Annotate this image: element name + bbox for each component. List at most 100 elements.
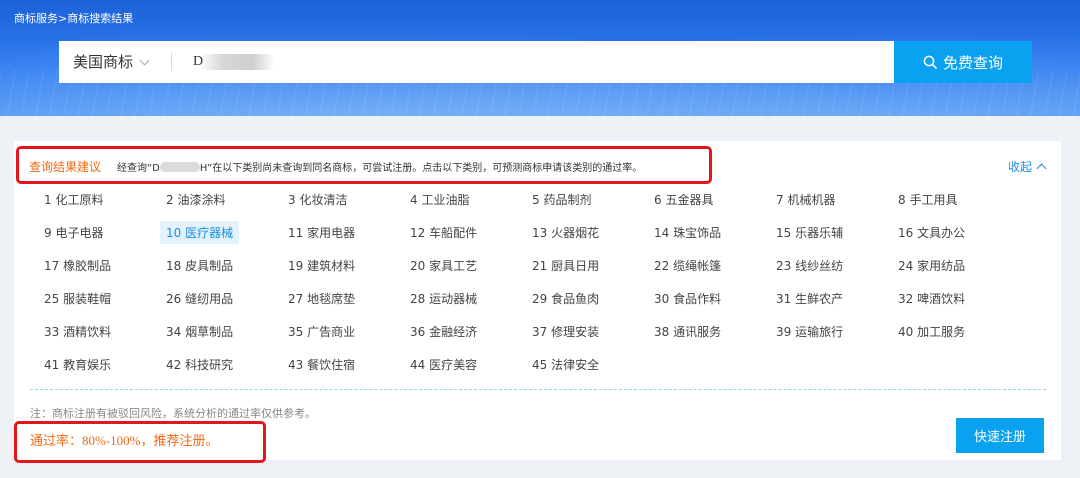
category-item[interactable]: 44 医疗美容 [398, 348, 520, 381]
category-label: 39 运输旅行 [776, 325, 844, 339]
category-label: 41 教育娱乐 [44, 358, 112, 372]
category-label: 17 橡胶制品 [44, 259, 112, 273]
result-panel: 查询结果建议 经查询“D H”在以下类别尚未查询到同名商标，可尝试注册。点击以下类… [14, 141, 1061, 460]
quick-register-button[interactable]: 快速注册 [956, 418, 1044, 453]
search-type-select[interactable]: 美国商标 [73, 41, 150, 83]
category-item[interactable]: 19 建筑材料 [276, 249, 398, 282]
chevron-down-icon [139, 55, 150, 66]
category-label: 6 五金器具 [654, 193, 714, 207]
category-label: 32 啤酒饮料 [898, 292, 966, 306]
category-item[interactable]: 15 乐器乐辅 [764, 216, 886, 249]
category-label: 12 车船配件 [410, 226, 478, 240]
category-item[interactable]: 3 化妆清洁 [276, 183, 398, 216]
category-item[interactable]: 31 生鲜农产 [764, 282, 886, 315]
category-item[interactable]: 33 酒精饮料 [32, 315, 154, 348]
category-item[interactable]: 7 机械机器 [764, 183, 886, 216]
category-label: 13 火器烟花 [532, 226, 600, 240]
category-label: 2 油漆涂料 [166, 193, 226, 207]
category-label: 28 运动器械 [410, 292, 478, 306]
category-item[interactable]: 28 运动器械 [398, 282, 520, 315]
category-item[interactable]: 25 服装鞋帽 [32, 282, 154, 315]
category-item[interactable]: 43 餐饮住宿 [276, 348, 398, 381]
category-label: 20 家具工艺 [410, 259, 478, 273]
search-divider [171, 53, 172, 71]
breadcrumb: 商标服务>商标搜索结果 [14, 12, 134, 25]
category-item[interactable]: 16 文具办公 [886, 216, 1008, 249]
category-label: 15 乐器乐辅 [776, 226, 844, 240]
category-item[interactable]: 2 油漆涂料 [154, 183, 276, 216]
category-item[interactable]: 41 教育娱乐 [32, 348, 154, 381]
category-label: 45 法律安全 [532, 358, 600, 372]
category-item[interactable]: 38 通讯服务 [642, 315, 764, 348]
category-label: 24 家用纺品 [898, 259, 966, 273]
category-item[interactable]: 13 火器烟花 [520, 216, 642, 249]
category-item[interactable]: 30 食品作料 [642, 282, 764, 315]
collapse-label: 收起 [1007, 160, 1032, 174]
category-item[interactable]: 4 工业油脂 [398, 183, 520, 216]
category-label: 36 金融经济 [410, 325, 478, 339]
suggestion-text-after: H”在以下类别尚未查询到同名商标，可尝试注册。点击以下类别，可预测商标申请该类别… [199, 163, 643, 174]
category-item[interactable]: 21 厨具日用 [520, 249, 642, 282]
category-item[interactable]: 8 手工用具 [886, 183, 1008, 216]
category-label: 44 医疗美容 [410, 358, 478, 372]
category-item[interactable]: 35 广告商业 [276, 315, 398, 348]
chevron-up-icon [1036, 163, 1047, 174]
category-item[interactable]: 6 五金器具 [642, 183, 764, 216]
category-item[interactable]: 45 法律安全 [520, 348, 642, 381]
category-item[interactable]: 17 橡胶制品 [32, 249, 154, 282]
category-item[interactable]: 1 化工原料 [32, 183, 154, 216]
redacted-mask [199, 54, 275, 70]
category-label: 5 药品制剂 [532, 193, 592, 207]
category-label: 26 缝纫用品 [166, 292, 234, 306]
category-label: 25 服装鞋帽 [44, 292, 112, 306]
search-box: 美国商标 [59, 41, 894, 83]
suggestion-text: 经查询“D H”在以下类别尚未查询到同名商标，可尝试注册。点击以下类别，可预测商标… [117, 159, 642, 174]
category-label: 4 工业油脂 [410, 193, 470, 207]
category-item[interactable]: 26 缝纫用品 [154, 282, 276, 315]
category-item[interactable]: 42 科技研究 [154, 348, 276, 381]
category-item[interactable]: 37 修理安装 [520, 315, 642, 348]
category-label: 22 缆绳帐篷 [654, 259, 722, 273]
category-label: 3 化妆清洁 [288, 193, 348, 207]
category-item[interactable]: 5 药品制剂 [520, 183, 642, 216]
category-label: 1 化工原料 [44, 193, 104, 207]
category-item[interactable]: 22 缆绳帐篷 [642, 249, 764, 282]
category-label: 43 餐饮住宿 [288, 358, 356, 372]
pass-rate-text: 通过率：80%-100%，推荐注册。 [30, 433, 219, 448]
category-label: 18 皮具制品 [166, 259, 234, 273]
category-item[interactable]: 10 医疗器械 [154, 216, 276, 249]
category-label: 34 烟草制品 [166, 325, 234, 339]
category-item[interactable]: 27 地毯席垫 [276, 282, 398, 315]
category-label: 8 手工用具 [898, 193, 958, 207]
search-icon [923, 55, 937, 69]
category-label: 16 文具办公 [898, 226, 966, 240]
category-item[interactable]: 18 皮具制品 [154, 249, 276, 282]
free-search-button[interactable]: 免费查询 [894, 41, 1032, 83]
category-item[interactable]: 32 啤酒饮料 [886, 282, 1008, 315]
category-label: 9 电子电器 [44, 226, 104, 240]
category-label: 7 机械机器 [776, 193, 836, 207]
category-item[interactable]: 40 加工服务 [886, 315, 1008, 348]
category-item[interactable]: 24 家用纺品 [886, 249, 1008, 282]
category-item[interactable]: 9 电子电器 [32, 216, 154, 249]
category-item[interactable]: 20 家具工艺 [398, 249, 520, 282]
category-label: 14 珠宝饰品 [654, 226, 722, 240]
category-item[interactable]: 29 食品鱼肉 [520, 282, 642, 315]
category-item[interactable]: 36 金融经济 [398, 315, 520, 348]
free-search-label: 免费查询 [942, 53, 1003, 72]
dashed-divider [30, 389, 1046, 390]
category-label: 11 家用电器 [288, 226, 356, 240]
category-label: 30 食品作料 [654, 292, 722, 306]
category-item[interactable]: 34 烟草制品 [154, 315, 276, 348]
category-label: 33 酒精饮料 [44, 325, 112, 339]
collapse-toggle[interactable]: 收起 [1007, 158, 1047, 175]
category-item[interactable]: 14 珠宝饰品 [642, 216, 764, 249]
category-item[interactable]: 39 运输旅行 [764, 315, 886, 348]
category-label: 38 通讯服务 [654, 325, 722, 339]
category-item[interactable]: 12 车船配件 [398, 216, 520, 249]
category-item[interactable]: 23 线纱丝纺 [764, 249, 886, 282]
category-item[interactable]: 11 家用电器 [276, 216, 398, 249]
search-input[interactable] [183, 41, 883, 83]
category-label: 27 地毯席垫 [288, 292, 356, 306]
disclaimer-note: 注：商标注册有被驳回风险，系统分析的通过率仅供参考。 [30, 407, 316, 420]
